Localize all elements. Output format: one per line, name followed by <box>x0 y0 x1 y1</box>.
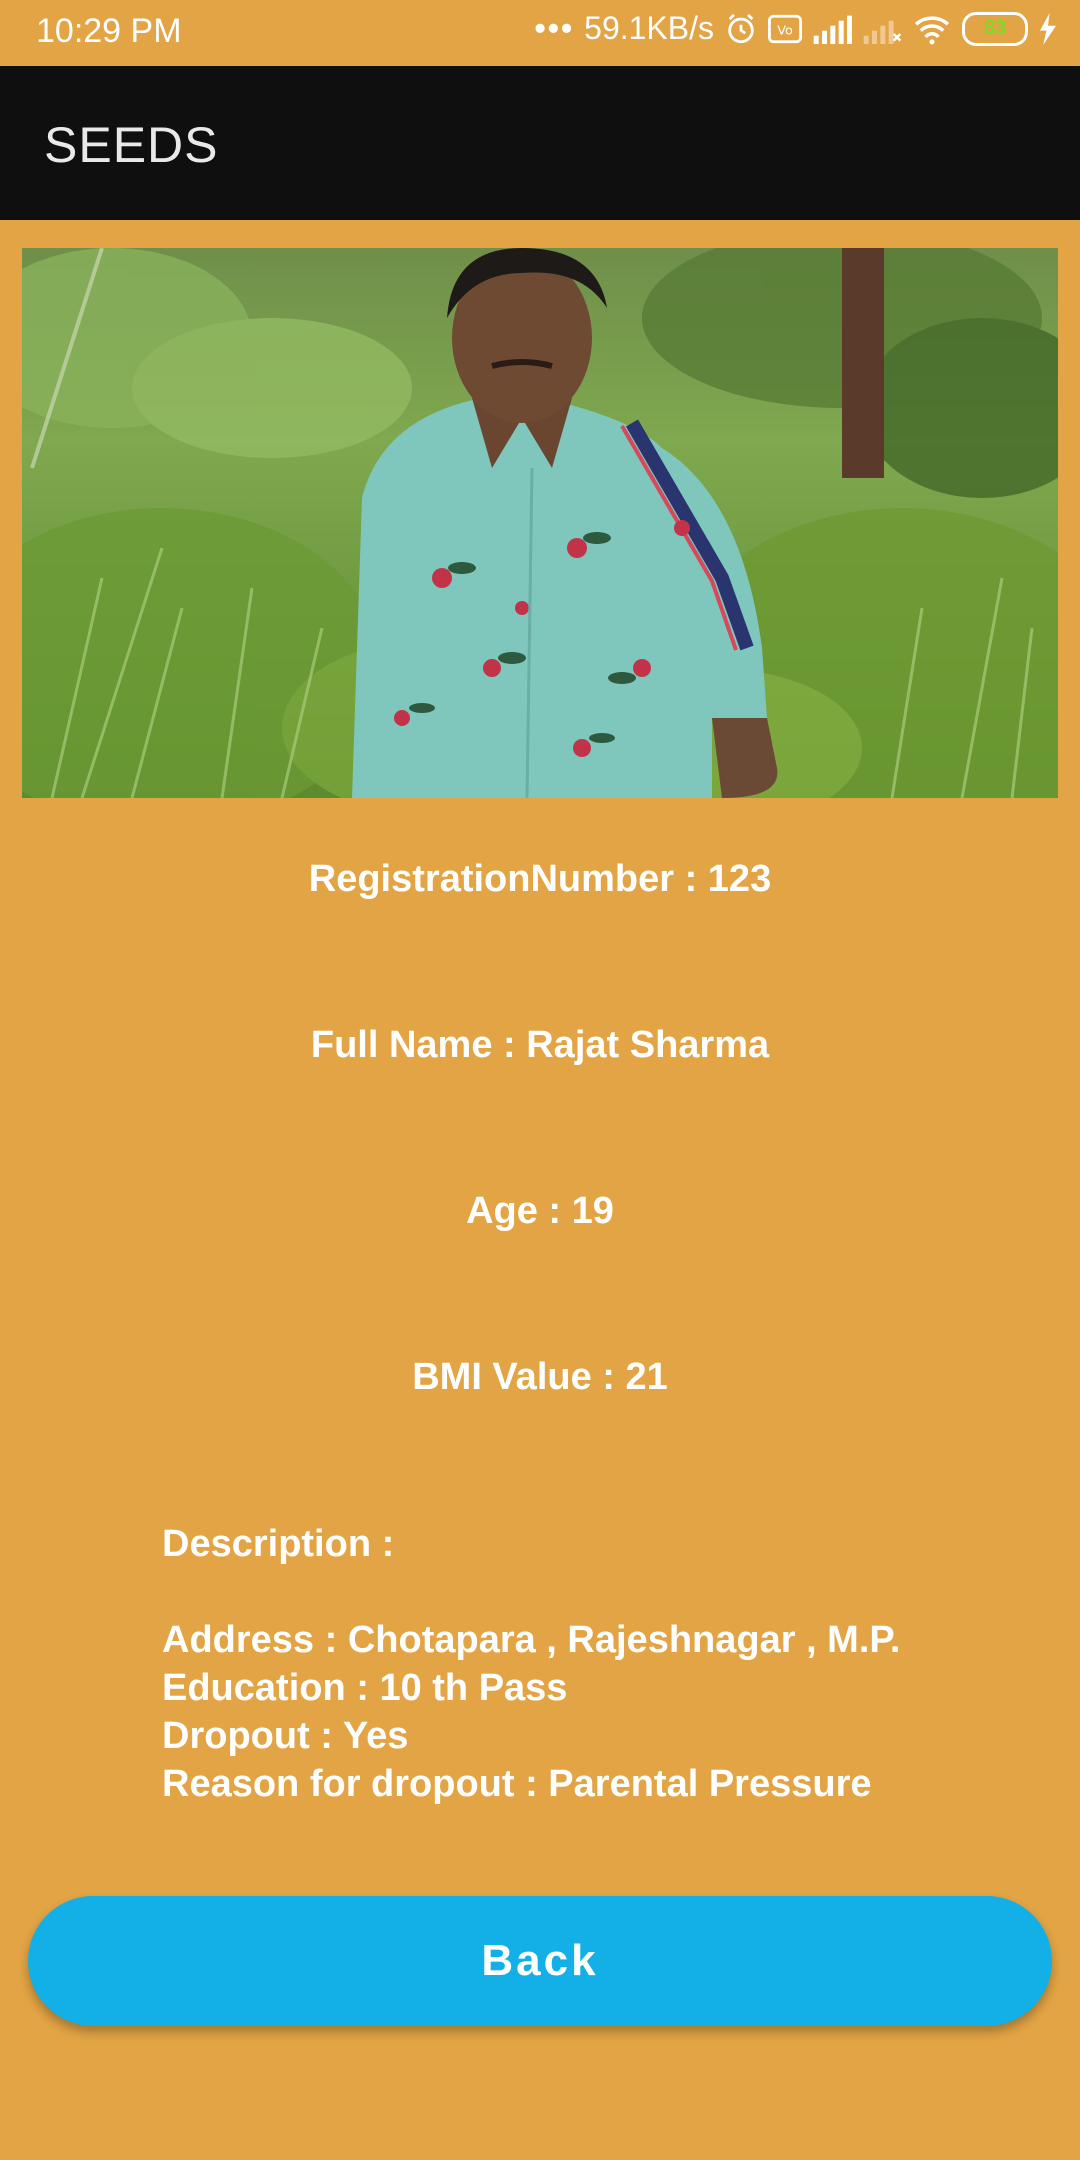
dropout: Dropout : Yes <box>162 1715 409 1757</box>
signal-icon <box>813 15 852 44</box>
app-title: SEEDS <box>44 117 219 173</box>
age: Age : 19 <box>466 1190 614 1232</box>
app-bar: SEEDS <box>0 66 1080 220</box>
profile-photo-illustration <box>22 248 1058 798</box>
description-block: Description : Address : Chotapara , Raje… <box>162 1520 1042 1808</box>
bmi-value: BMI Value : 21 <box>412 1356 668 1398</box>
alarm-icon <box>728 13 754 43</box>
address: Address : Chotapara , Rajeshnagar , M.P. <box>162 1619 901 1661</box>
volte-icon: Vo <box>768 14 802 43</box>
education: Education : 10 th Pass <box>162 1667 568 1709</box>
full-name: Full Name : Rajat Sharma <box>310 1024 770 1066</box>
back-button[interactable]: Back <box>28 1896 1052 2026</box>
charging-icon <box>1040 12 1056 45</box>
status-icons: ••• 59.1KB/s Vo 83 <box>535 10 1058 47</box>
profile-photo <box>22 248 1058 798</box>
description-label: Description : <box>162 1523 395 1565</box>
battery-icon: 83 <box>962 11 1028 46</box>
dropout-reason: Reason for dropout : Parental Pressure <box>162 1763 872 1805</box>
status-time: 10:29 PM <box>36 12 182 50</box>
more-notifications-icon: ••• <box>534 10 575 46</box>
registration-number: RegistrationNumber : 123 <box>308 858 772 900</box>
svg-text:Vo: Vo <box>777 23 793 38</box>
network-speed: 59.1KB/s <box>584 10 714 46</box>
status-bar: 10:29 PM ••• 59.1KB/s Vo 83 <box>0 0 1080 66</box>
wifi-icon <box>914 15 950 44</box>
signal-no-service-icon <box>863 20 902 44</box>
